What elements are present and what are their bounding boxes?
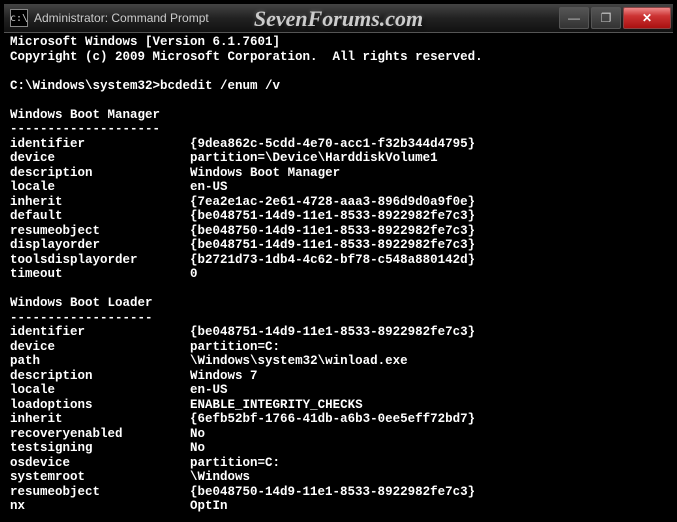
prompt: C:\Windows\system32> [10,79,160,93]
bl-row: recoveryenabled No [10,427,205,441]
bl-row: resumeobject {be048750-14d9-11e1-8533-89… [10,485,475,499]
bl-row: description Windows 7 [10,369,258,383]
bl-row: osdevice partition=C: [10,456,280,470]
bm-row: displayorder {be048751-14d9-11e1-8533-89… [10,238,475,252]
bl-row: testsigning No [10,441,205,455]
bl-row: device partition=C: [10,340,280,354]
version-line: Microsoft Windows [Version 6.1.7601] [10,35,280,49]
bm-row: identifier {9dea862c-5cdd-4e70-acc1-f32b… [10,137,475,151]
bm-row: locale en-US [10,180,228,194]
maximize-button[interactable]: ❐ [591,7,621,29]
bm-row: inherit {7ea2e1ac-2e61-4728-aaa3-896d9d0… [10,195,475,209]
bl-row: identifier {be048751-14d9-11e1-8533-8922… [10,325,475,339]
command-bcdedit-enum: bcdedit /enum /v [160,79,280,93]
bl-row: systemroot \Windows [10,470,250,484]
window-title: Administrator: Command Prompt [34,11,559,25]
bm-row: resumeobject {be048750-14d9-11e1-8533-89… [10,224,475,238]
section-boot-manager: Windows Boot Manager [10,108,160,122]
close-button[interactable]: ✕ [623,7,671,29]
window-controls: — ❐ ✕ [559,7,671,29]
bm-row: description Windows Boot Manager [10,166,340,180]
terminal-output[interactable]: Microsoft Windows [Version 6.1.7601] Cop… [4,33,673,519]
bm-row: timeout 0 [10,267,198,281]
bm-row: device partition=\Device\HarddiskVolume1 [10,151,438,165]
command-prompt-window: c:\ Administrator: Command Prompt SevenF… [0,0,677,522]
bl-row: inherit {6efb52bf-1766-41db-a6b3-0ee5eff… [10,412,475,426]
bl-row: loadoptions ENABLE_INTEGRITY_CHECKS [10,398,363,412]
minimize-button[interactable]: — [559,7,589,29]
bl-row: nx OptIn [10,499,228,513]
copyright-line: Copyright (c) 2009 Microsoft Corporation… [10,50,483,64]
app-icon: c:\ [10,9,28,27]
bl-row: locale en-US [10,383,228,397]
bm-row: toolsdisplayorder {b2721d73-1db4-4c62-bf… [10,253,475,267]
titlebar[interactable]: c:\ Administrator: Command Prompt SevenF… [4,4,673,33]
bm-row: default {be048751-14d9-11e1-8533-8922982… [10,209,475,223]
section-boot-loader: Windows Boot Loader [10,296,153,310]
bl-row: path \Windows\system32\winload.exe [10,354,408,368]
